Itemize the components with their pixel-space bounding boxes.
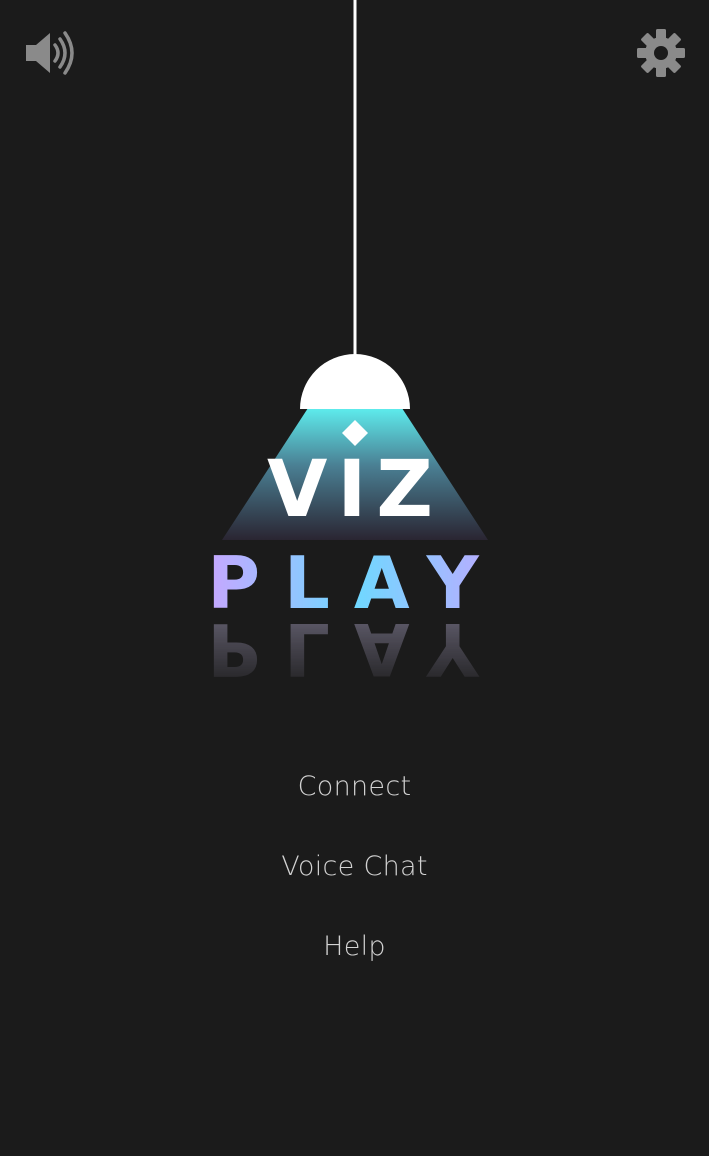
voice-chat-button[interactable]: Voice Chat	[225, 840, 485, 894]
connect-button[interactable]: Connect	[225, 760, 485, 814]
logo-play-reflection: PLAY	[207, 607, 503, 691]
help-button[interactable]: Help	[225, 920, 485, 974]
main-menu: Connect Voice Chat Help	[0, 760, 709, 1000]
lamp-shade	[300, 354, 410, 409]
logo-reflection-text: PLAY	[207, 607, 503, 691]
logo-word-viz: VIZ	[267, 445, 443, 535]
viz-play-logo: VIZ PLAY PLAY	[207, 0, 503, 691]
